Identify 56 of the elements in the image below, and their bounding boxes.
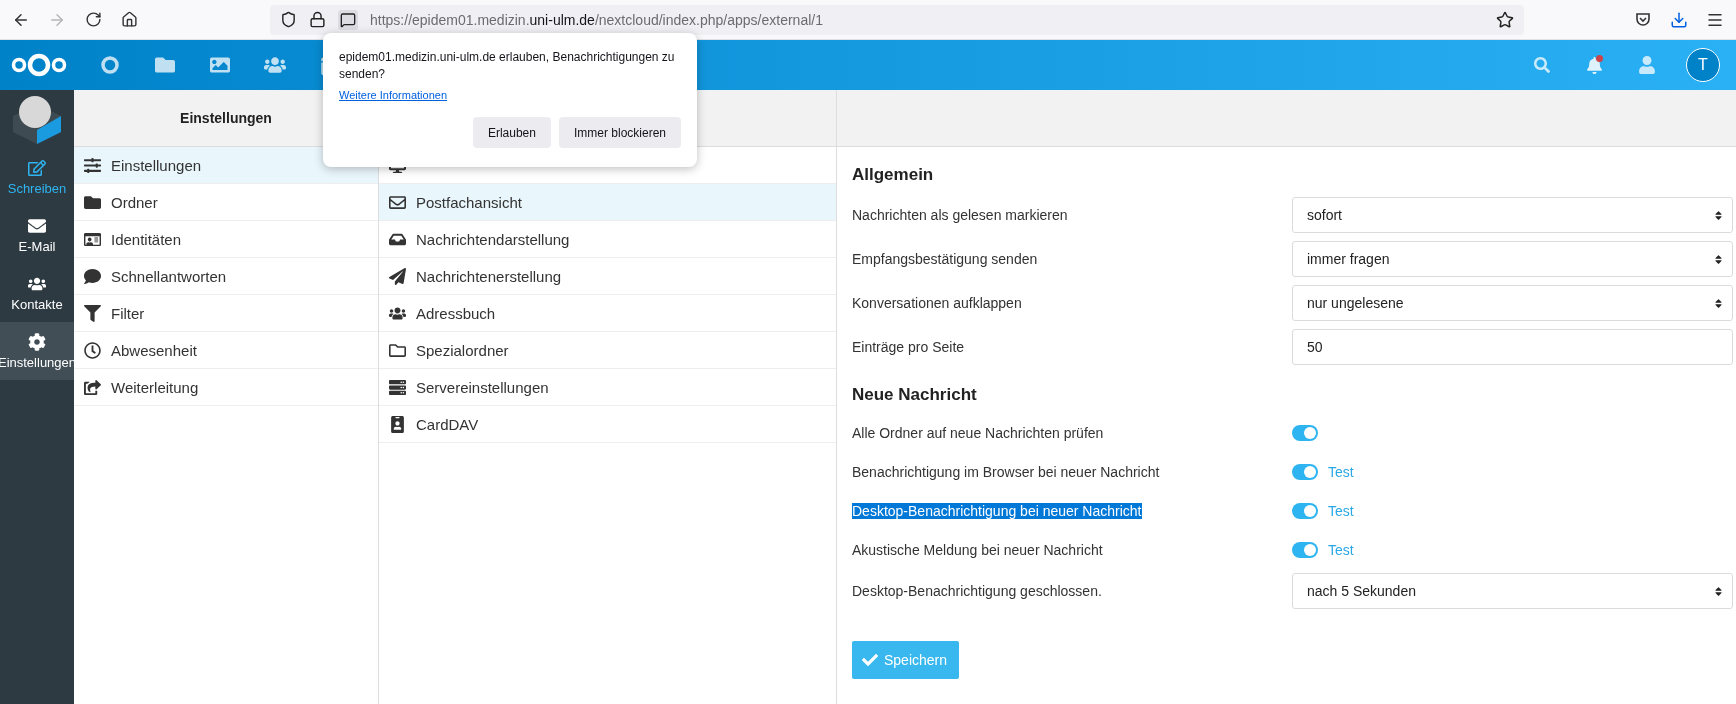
- settings-icon: [28, 332, 46, 351]
- dropdown[interactable]: nur ungelesene: [1292, 285, 1733, 321]
- sort-icon: [1713, 585, 1724, 597]
- popup-button[interactable]: Immer blockieren: [558, 117, 681, 148]
- envelope-icon: [387, 193, 407, 211]
- popup-button[interactable]: Erlauben: [472, 117, 551, 148]
- sort-icon: [1713, 297, 1724, 309]
- lock-icon: [309, 11, 326, 28]
- setting-label: Alle Ordner auf neue Nachrichten prüfen: [852, 424, 1104, 441]
- sidebar-item[interactable]: Kontakte: [0, 264, 74, 322]
- toggle-switch[interactable]: [1292, 502, 1318, 519]
- clock-icon: [82, 341, 102, 359]
- user-avatar[interactable]: T: [1686, 48, 1720, 82]
- check-icon: [862, 652, 878, 668]
- filter-icon: [82, 304, 102, 322]
- setting-label: Benachrichtigung im Browser bei neuer Nachricht: [852, 463, 1160, 480]
- speech-bubble-icon: [82, 267, 102, 285]
- toggle-switch[interactable]: [1292, 541, 1318, 558]
- shield-icon: [280, 11, 297, 28]
- popup-message: epidem01.medizin.uni-ulm.de erlauben, Benachrichtigungen zu senden?: [339, 49, 676, 83]
- sidebar-item[interactable]: Schreiben: [0, 148, 74, 206]
- sort-icon: [1713, 253, 1724, 265]
- dropdown[interactable]: immer fragen: [1292, 241, 1733, 277]
- bell-icon[interactable]: [1585, 56, 1603, 74]
- setting-label: Einträge pro Seite: [852, 339, 965, 355]
- cube-icon: [11, 94, 63, 144]
- toggle-switch[interactable]: [1292, 463, 1318, 480]
- star-icon[interactable]: [1496, 10, 1514, 29]
- setting-label: Konversationen aufklappen: [852, 295, 1022, 311]
- id-card-icon: [82, 230, 102, 248]
- setting-label: Desktop-Benachrichtigung geschlossen.: [852, 583, 1102, 599]
- dropdown[interactable]: sofort: [1292, 197, 1733, 233]
- speech-bubble-icon[interactable]: [338, 9, 358, 30]
- dropdown[interactable]: nach 5 Sekunden: [1292, 573, 1733, 609]
- url-text: https://epidem01.medizin.uni-ulm.de/nextcloud/index.php/apps/external/1: [370, 11, 824, 28]
- setting-label: Empfangsbestätigung senden: [852, 251, 1038, 267]
- share-icon: [82, 378, 102, 396]
- paper-plane-icon: [387, 267, 407, 285]
- section-title: Allgemein: [852, 165, 935, 185]
- input-field[interactable]: 50: [1292, 329, 1733, 365]
- folder-icon: [82, 193, 102, 211]
- setting-label: Nachrichten als gelesen markieren: [852, 207, 1068, 223]
- folder-icon: [387, 341, 407, 359]
- envelope-icon: [28, 216, 46, 235]
- section-title: Neue Nachricht: [852, 385, 978, 405]
- compose-icon: [28, 158, 46, 177]
- setting-label: Desktop-Benachrichtigung bei neuer Nachricht: [852, 502, 1142, 519]
- menu-item[interactable]: Postfachansicht: [379, 184, 836, 221]
- server-icon: [387, 378, 407, 396]
- sliders-icon: [82, 156, 102, 174]
- menu-item[interactable]: Einstellungen: [74, 147, 378, 184]
- toggle-switch[interactable]: [1292, 424, 1318, 441]
- setting-label: Akustische Meldung bei neuer Nachricht: [852, 541, 1103, 558]
- sort-icon: [1713, 209, 1724, 221]
- sidebar-item[interactable]: E-Mail: [0, 206, 74, 264]
- address-bar[interactable]: https://epidem01.medizin.uni-ulm.de/nextcloud/index.php/apps/external/1: [270, 4, 1524, 35]
